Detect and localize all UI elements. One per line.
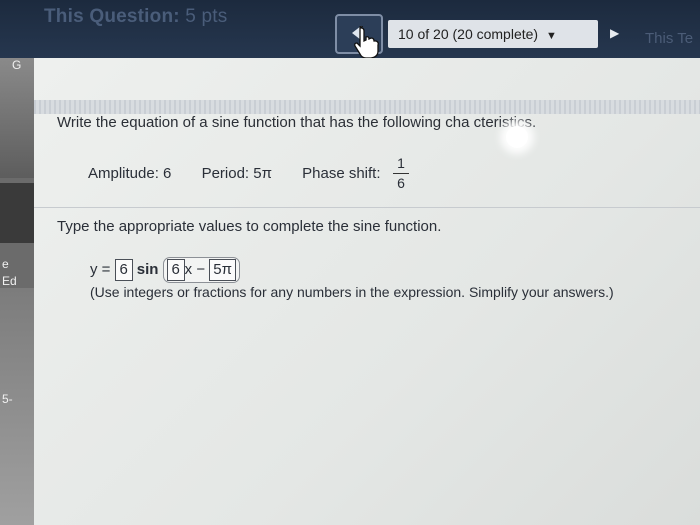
top-bar: This Question: 5 pts 10 of 20 (20 comple… xyxy=(0,0,700,59)
amplitude-answer-field[interactable]: 6 xyxy=(114,259,133,281)
argument-group: 6x − 5π xyxy=(162,257,240,283)
instruction-text: Type the appropriate values to complete … xyxy=(57,218,442,235)
section-divider xyxy=(34,207,700,208)
x-variable: x xyxy=(184,261,193,278)
sidebar-segment xyxy=(0,183,34,243)
sidebar-item-label: G xyxy=(12,58,22,72)
period-label: Period: 5π xyxy=(201,165,272,182)
question-title-label: This Question: xyxy=(44,6,180,27)
sidebar-segment xyxy=(0,288,34,525)
question-points: This Question: 5 pts xyxy=(44,6,228,28)
equation-lhs: y = xyxy=(90,261,111,278)
fraction-denominator: 6 xyxy=(397,175,405,191)
hand-cursor-icon xyxy=(354,26,379,59)
question-selector[interactable]: 10 of 20 (20 complete) ▼ xyxy=(388,20,598,48)
sidebar-item-label: Ed xyxy=(2,274,17,288)
sidebar-item-label: e xyxy=(2,257,9,271)
sidebar-item-label: 5- xyxy=(2,392,13,406)
panel-toolbar-strip xyxy=(34,100,700,114)
chevron-down-icon: ▼ xyxy=(545,30,557,42)
answer-equation: y = 6 sin 6x − 5π xyxy=(90,257,240,283)
points-value: 5 pts xyxy=(185,6,228,27)
characteristics-row: Amplitude: 6 Period: 5π Phase shift: xyxy=(88,165,381,182)
next-question-button[interactable]: ▶ xyxy=(610,26,619,40)
next-test-label[interactable]: This Te xyxy=(645,30,693,47)
phase-shift-fraction: 1 6 xyxy=(393,155,409,192)
phase-shift-label: Phase shift: xyxy=(302,165,381,182)
sidebar-segment xyxy=(0,58,34,178)
minus-sign: − xyxy=(196,261,206,278)
screen-glare xyxy=(506,126,528,148)
fraction-numerator: 1 xyxy=(397,155,405,171)
arrow-right-icon: ▶ xyxy=(610,26,620,40)
progress-text: 10 of 20 (20 complete) xyxy=(398,26,539,42)
c-constant-answer-field[interactable]: 5π xyxy=(209,259,236,281)
b-coefficient-answer-field[interactable]: 6 xyxy=(166,259,185,281)
left-sidebar xyxy=(0,58,34,525)
sine-function-label: sin xyxy=(136,261,159,278)
answer-hint: (Use integers or fractions for any numbe… xyxy=(90,284,614,300)
fraction-bar xyxy=(393,173,409,174)
amplitude-label: Amplitude: 6 xyxy=(88,165,172,182)
question-prompt: Write the equation of a sine function th… xyxy=(57,114,537,131)
